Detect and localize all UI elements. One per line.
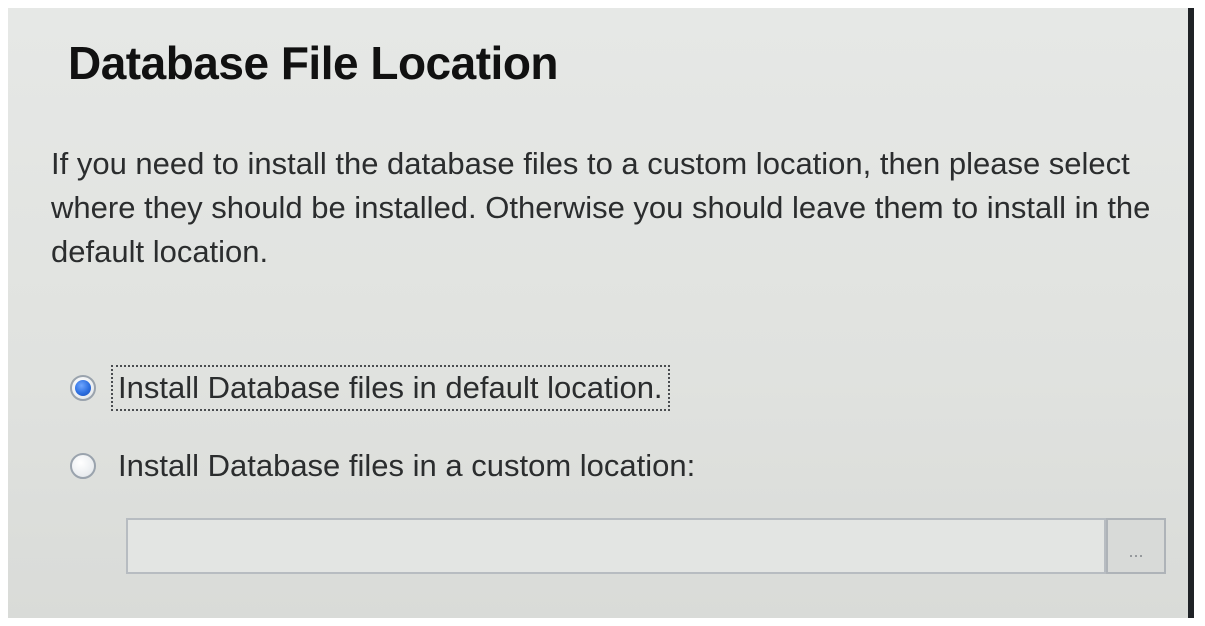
option-default-location-label[interactable]: Install Database files in default locati… xyxy=(111,365,670,411)
screenshot-frame: Database File Location If you need to in… xyxy=(0,0,1205,626)
window-edge xyxy=(1188,8,1194,618)
page-title: Database File Location xyxy=(68,37,559,89)
installer-page-panel: Database File Location If you need to in… xyxy=(8,8,1188,618)
page-description: If you need to install the database file… xyxy=(51,146,1151,269)
browse-button[interactable]: ... xyxy=(1106,518,1166,574)
radio-selected-icon[interactable] xyxy=(70,375,96,401)
option-default-location[interactable]: Install Database files in default locati… xyxy=(70,365,670,411)
option-custom-location[interactable]: Install Database files in a custom locat… xyxy=(70,444,699,488)
custom-path-input[interactable] xyxy=(126,518,1106,574)
radio-unselected-icon[interactable] xyxy=(70,453,96,479)
option-custom-location-label[interactable]: Install Database files in a custom locat… xyxy=(114,446,699,486)
